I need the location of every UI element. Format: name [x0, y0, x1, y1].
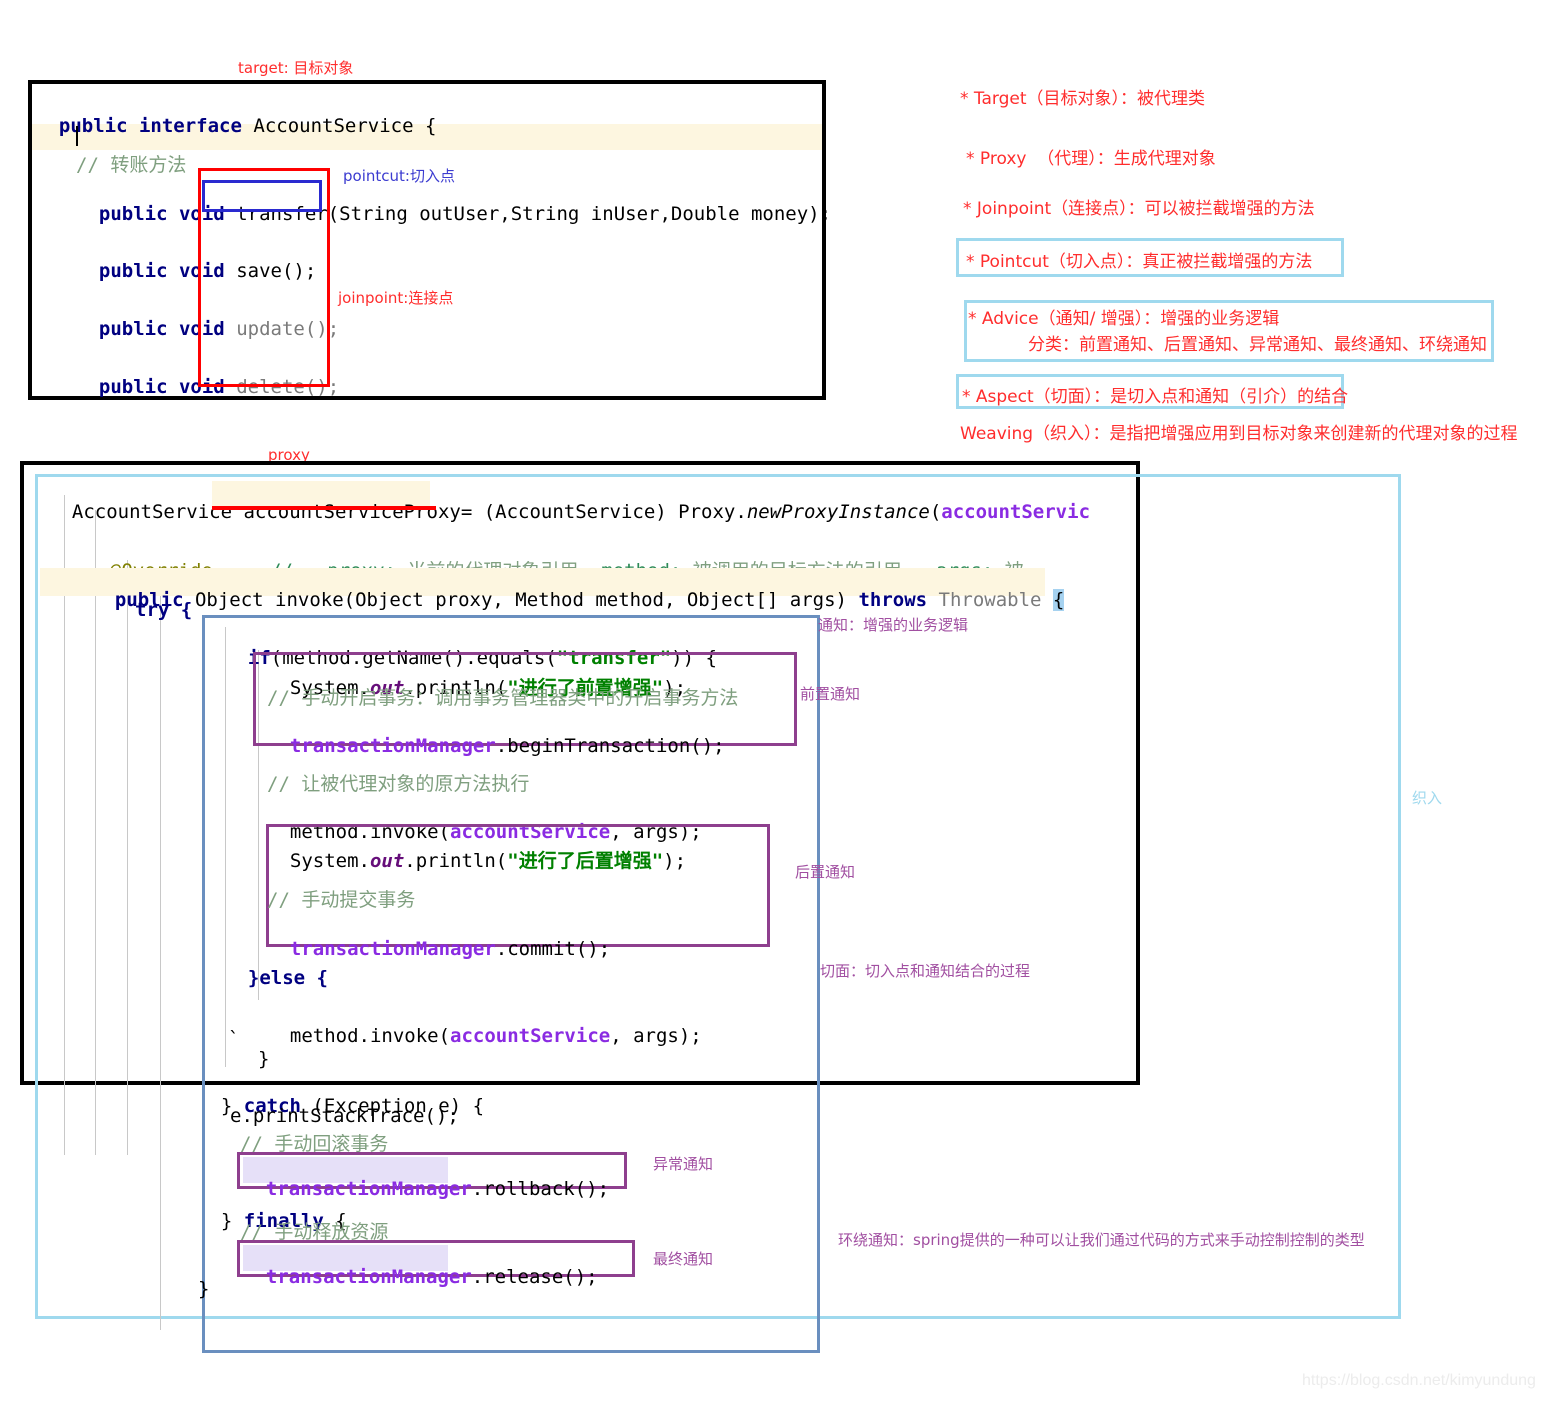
- brace-selected: {: [1052, 589, 1065, 611]
- label-final-advice: 最终通知: [653, 1250, 714, 1268]
- interface-line-declaration: public interface AccountService {: [36, 98, 437, 137]
- decl-var-underline: [212, 506, 436, 510]
- comment-original-method: // 让被代理对象的原方法执行: [267, 773, 530, 795]
- kw-public: public: [98, 260, 168, 282]
- comment-commit: // 手动提交事务: [267, 889, 416, 911]
- field-transactionmanager: transactionManager: [265, 1266, 472, 1288]
- interface-name: AccountService {: [253, 115, 437, 137]
- string-after-advice: "进行了后置增强": [507, 850, 664, 872]
- invoke-signature-body: Object invoke(Object proxy, Method metho…: [183, 589, 859, 611]
- label-target: target: 目标对象: [238, 59, 354, 77]
- system-prefix: System.: [289, 850, 370, 872]
- println-call: .println(: [404, 850, 508, 872]
- glossary-item-pointcut: * Pointcut（切入点）：真正被拦截增强的方法: [966, 252, 1313, 272]
- indent-guide-4: [160, 590, 161, 1330]
- else-line: }else {: [225, 950, 328, 988]
- decl-argument: accountServic: [941, 501, 1091, 523]
- printstacktrace-line: e.printStackTrace();: [230, 1105, 459, 1127]
- decl-paren: (: [929, 501, 942, 523]
- kw-throws: throws: [858, 589, 928, 611]
- label-pointcut: pointcut:切入点: [343, 167, 455, 185]
- glossary-item-advice: * Advice（通知/ 增强）：增强的业务逻辑: [968, 309, 1280, 329]
- type-throwable: Throwable: [927, 589, 1053, 611]
- label-after-advice: 后置通知: [795, 863, 856, 881]
- label-throwing-advice: 异常通知: [653, 1155, 714, 1173]
- field-accountservice: accountService: [450, 1025, 611, 1047]
- interface-line-transfer: public void transfer(String outUser,Stri…: [76, 186, 831, 224]
- call-release: .release();: [471, 1266, 598, 1288]
- text-caret: [76, 126, 78, 147]
- glossary-item-advice-types: 分类：前置通知、后置通知、异常通知、最终通知、环绕通知: [1028, 335, 1487, 355]
- comment-begin-transaction: // 手动开启事务：调用事务管理器类中的开启事务方法: [267, 687, 739, 709]
- decl-variable: accountServiceProxy: [243, 501, 461, 523]
- interface-comment-transfer: // 转账方法: [76, 154, 187, 176]
- pointcut-highlight-box: [202, 180, 322, 212]
- label-advice: 通知：增强的业务逻辑: [818, 616, 969, 634]
- else-invoke-line: method.invoke(accountService, args);: [267, 1008, 702, 1046]
- proxy-declaration-line: AccountService accountServiceProxy= (Acc…: [49, 484, 1090, 522]
- stray-tick: `: [228, 1028, 240, 1050]
- kw-public: public: [98, 318, 168, 340]
- label-weaving: 织入: [1412, 789, 1443, 807]
- method-invoke-prefix: method.invoke(: [289, 1025, 451, 1047]
- kw-interface: interface: [138, 115, 242, 137]
- glossary-item-weaving: Weaving（织入）：是指把增强应用到目标对象来创建新的代理对象的过程: [960, 424, 1518, 444]
- stmt-end: );: [663, 850, 687, 872]
- glossary-item-proxy: * Proxy （代理）：生成代理对象: [966, 149, 1216, 169]
- begin-transaction-call: transactionManager.beginTransaction();: [267, 718, 725, 756]
- kw-public: public: [58, 115, 128, 137]
- method-close-brace: }: [198, 1278, 210, 1300]
- else-close-brace: }: [258, 1048, 270, 1070]
- decl-method-newproxyinstance: newProxyInstance: [746, 501, 930, 523]
- field-out: out: [369, 850, 405, 872]
- invoke-signature-line: public Object invoke(Object proxy, Metho…: [92, 572, 1065, 611]
- call-begintransaction: .beginTransaction();: [495, 735, 725, 757]
- label-around-advice: 环绕通知：spring提供的一种可以让我们通过代码的方式来手动控制控制的类型: [838, 1231, 1365, 1249]
- indent-guide-3: [127, 560, 128, 1155]
- call-rollback: .rollback();: [471, 1178, 610, 1200]
- indent-guide-5: [225, 627, 226, 1067]
- call-commit: .commit();: [495, 938, 611, 960]
- after-advice-println: System.out.println("进行了后置增强");: [267, 833, 686, 871]
- decl-type: AccountService: [71, 501, 244, 523]
- glossary-item-joinpoint: * Joinpoint（连接点）：可以被拦截增强的方法: [963, 199, 1315, 219]
- kw-else: }else {: [247, 967, 328, 989]
- field-transactionmanager: transactionManager: [289, 735, 496, 757]
- kw-public: public: [98, 376, 168, 398]
- kw-public: public: [98, 203, 168, 225]
- glossary-item-aspect: * Aspect（切面）：是切入点和通知（引介）的结合: [962, 387, 1349, 407]
- method-invoke-suffix: , args);: [610, 1025, 702, 1047]
- try-line: try {: [135, 599, 193, 621]
- decl-cast: = (AccountService) Proxy.: [460, 501, 747, 523]
- label-before-advice: 前置通知: [800, 685, 861, 703]
- release-call: transactionManager.release();: [243, 1249, 598, 1287]
- glossary-item-target: * Target（目标对象）：被代理类: [960, 89, 1205, 109]
- label-joinpoint: joinpoint:连接点: [338, 289, 454, 307]
- watermark: https://blog.csdn.net/kimyundung: [1302, 1372, 1536, 1389]
- label-aspect: 切面：切入点和通知结合的过程: [820, 962, 1031, 980]
